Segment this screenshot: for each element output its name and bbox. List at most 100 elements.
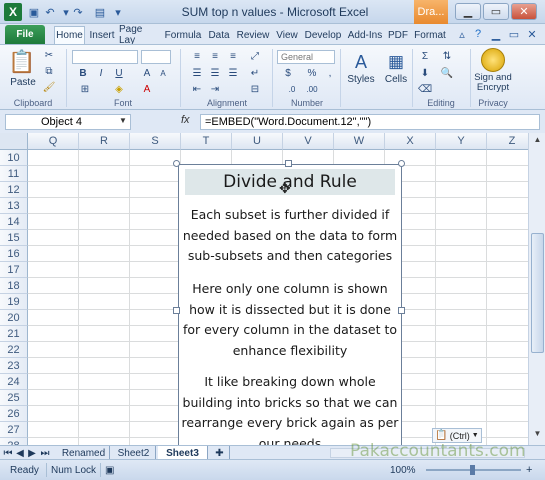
row-header-21[interactable]: 21 [0,326,28,342]
currency-button[interactable]: $ [281,67,295,79]
underline-button[interactable]: U [112,67,126,79]
column-header-r[interactable]: R [79,133,130,150]
styles-icon[interactable]: A [348,49,374,75]
column-header-z[interactable]: Z [487,133,528,150]
column-header-x[interactable]: X [385,133,436,150]
sort-filter-icon[interactable]: ⇅ [440,50,454,62]
align-left-icon[interactable]: ☰ [190,67,204,79]
redo-icon[interactable]: ↷ [70,4,86,20]
tab-pdf[interactable]: PDF [386,26,410,44]
vertical-scrollbar[interactable]: ▲ ▼ [528,133,545,445]
align-right-icon[interactable]: ☰ [226,67,240,79]
row-header-12[interactable]: 12 [0,182,28,198]
shrink-font-icon[interactable]: A [156,67,170,79]
row-header-25[interactable]: 25 [0,390,28,406]
scroll-down-icon[interactable]: ▼ [531,429,544,442]
row-header-22[interactable]: 22 [0,342,28,358]
cells-button[interactable]: Cells [380,74,412,85]
borders-icon[interactable]: ⊞ [78,83,92,95]
row-header-11[interactable]: 11 [0,166,28,182]
styles-button[interactable]: Styles [344,74,378,85]
resize-handle-top-right[interactable] [398,160,405,167]
resize-handle-top-middle[interactable] [285,160,292,167]
row-header-23[interactable]: 23 [0,358,28,374]
name-box[interactable]: Object 4 [5,114,131,130]
row-header-28[interactable]: 28 [0,438,28,445]
row-header-20[interactable]: 20 [0,310,28,326]
sheet-tab-sheet2[interactable]: Sheet2 [112,446,156,460]
column-header-s[interactable]: S [130,133,181,150]
prev-sheet-icon[interactable]: ◀ [14,446,26,460]
scroll-up-icon[interactable]: ▲ [531,135,544,148]
quick-access-form-icon[interactable]: ▤ [92,4,108,20]
align-bottom-icon[interactable]: ≡ [226,50,240,62]
embedded-word-document[interactable]: Divide and Rule Each subset is further d… [178,164,402,447]
resize-handle-top-left[interactable] [173,160,180,167]
tab-data[interactable]: Data [205,26,233,44]
macro-record-icon[interactable]: ▣ [100,463,118,477]
sign-encrypt-icon[interactable] [481,48,505,72]
zoom-slider-thumb[interactable] [470,465,475,475]
row-header-13[interactable]: 13 [0,198,28,214]
comma-button[interactable]: , [323,67,337,79]
close-icon[interactable]: ✕ [511,3,537,20]
formula-input[interactable]: =EMBED("Word.Document.12","") [200,114,540,130]
wrap-text-icon[interactable]: ↵ [248,67,262,79]
align-middle-icon[interactable]: ≡ [208,50,222,62]
sheet-tab-sheet3[interactable]: Sheet3 [158,446,208,460]
insert-sheet-icon[interactable]: ✚ [210,446,230,460]
format-painter-icon[interactable]: 🖌 [42,81,56,93]
tab-home[interactable]: Home [54,26,85,44]
maximize-icon[interactable]: ▭ [483,3,509,20]
customize-quick-access-icon[interactable]: ▾ [110,4,126,20]
autosum-icon[interactable]: Σ [418,50,432,62]
row-header-14[interactable]: 14 [0,214,28,230]
encrypt-label[interactable]: Encrypt [472,83,514,93]
tab-add-ins[interactable]: Add-Ins [346,26,384,44]
tab-file[interactable]: File [5,25,45,44]
row-header-16[interactable]: 16 [0,246,28,262]
font-color-icon[interactable]: A [140,83,154,95]
minimize-icon[interactable]: ▁ [455,3,481,20]
italic-button[interactable]: I [94,67,108,79]
row-header-15[interactable]: 15 [0,230,28,246]
tab-insert[interactable]: Insert [87,26,117,44]
column-header-y[interactable]: Y [436,133,487,150]
paste-button[interactable]: Paste [6,77,40,88]
orientation-icon[interactable]: ⤢ [248,50,262,62]
column-header-t[interactable]: T [181,133,232,150]
row-header-17[interactable]: 17 [0,262,28,278]
insert-function-button[interactable]: fx [181,114,195,126]
tab-review[interactable]: Review [235,26,271,44]
clear-icon[interactable]: ⌫ [418,83,432,95]
column-header-u[interactable]: U [232,133,283,150]
row-header-24[interactable]: 24 [0,374,28,390]
align-center-icon[interactable]: ☰ [208,67,222,79]
tab-view[interactable]: View [273,26,301,44]
number-format-combo[interactable]: General [277,50,335,64]
tab-formulas[interactable]: Formula [163,26,203,44]
percent-button[interactable]: % [305,67,319,79]
doc-restore-icon[interactable]: ▭ [506,26,522,42]
font-size-combo[interactable] [141,50,171,64]
bold-button[interactable]: B [76,67,90,79]
column-header-w[interactable]: W [334,133,385,150]
tab-format[interactable]: Format [412,26,448,44]
row-header-19[interactable]: 19 [0,294,28,310]
align-top-icon[interactable]: ≡ [190,50,204,62]
last-sheet-icon[interactable]: ⏭ [38,446,52,460]
excel-app-icon[interactable]: X [4,3,22,21]
resize-handle-middle-right[interactable] [398,307,405,314]
row-header-18[interactable]: 18 [0,278,28,294]
zoom-in-icon[interactable]: + [526,464,532,476]
column-header-q[interactable]: Q [28,133,79,150]
decrease-decimal-icon[interactable]: .00 [305,83,319,95]
cut-icon[interactable]: ✂ [42,49,56,61]
tab-page-layout[interactable]: Page Lay [119,24,161,46]
help-icon[interactable]: ? [470,26,486,42]
next-sheet-icon[interactable]: ▶ [26,446,38,460]
column-header-v[interactable]: V [283,133,334,150]
row-header-27[interactable]: 27 [0,422,28,438]
first-sheet-icon[interactable]: ⏮ [2,446,14,460]
drawing-tools-context-tab[interactable]: Dra... [414,0,448,24]
